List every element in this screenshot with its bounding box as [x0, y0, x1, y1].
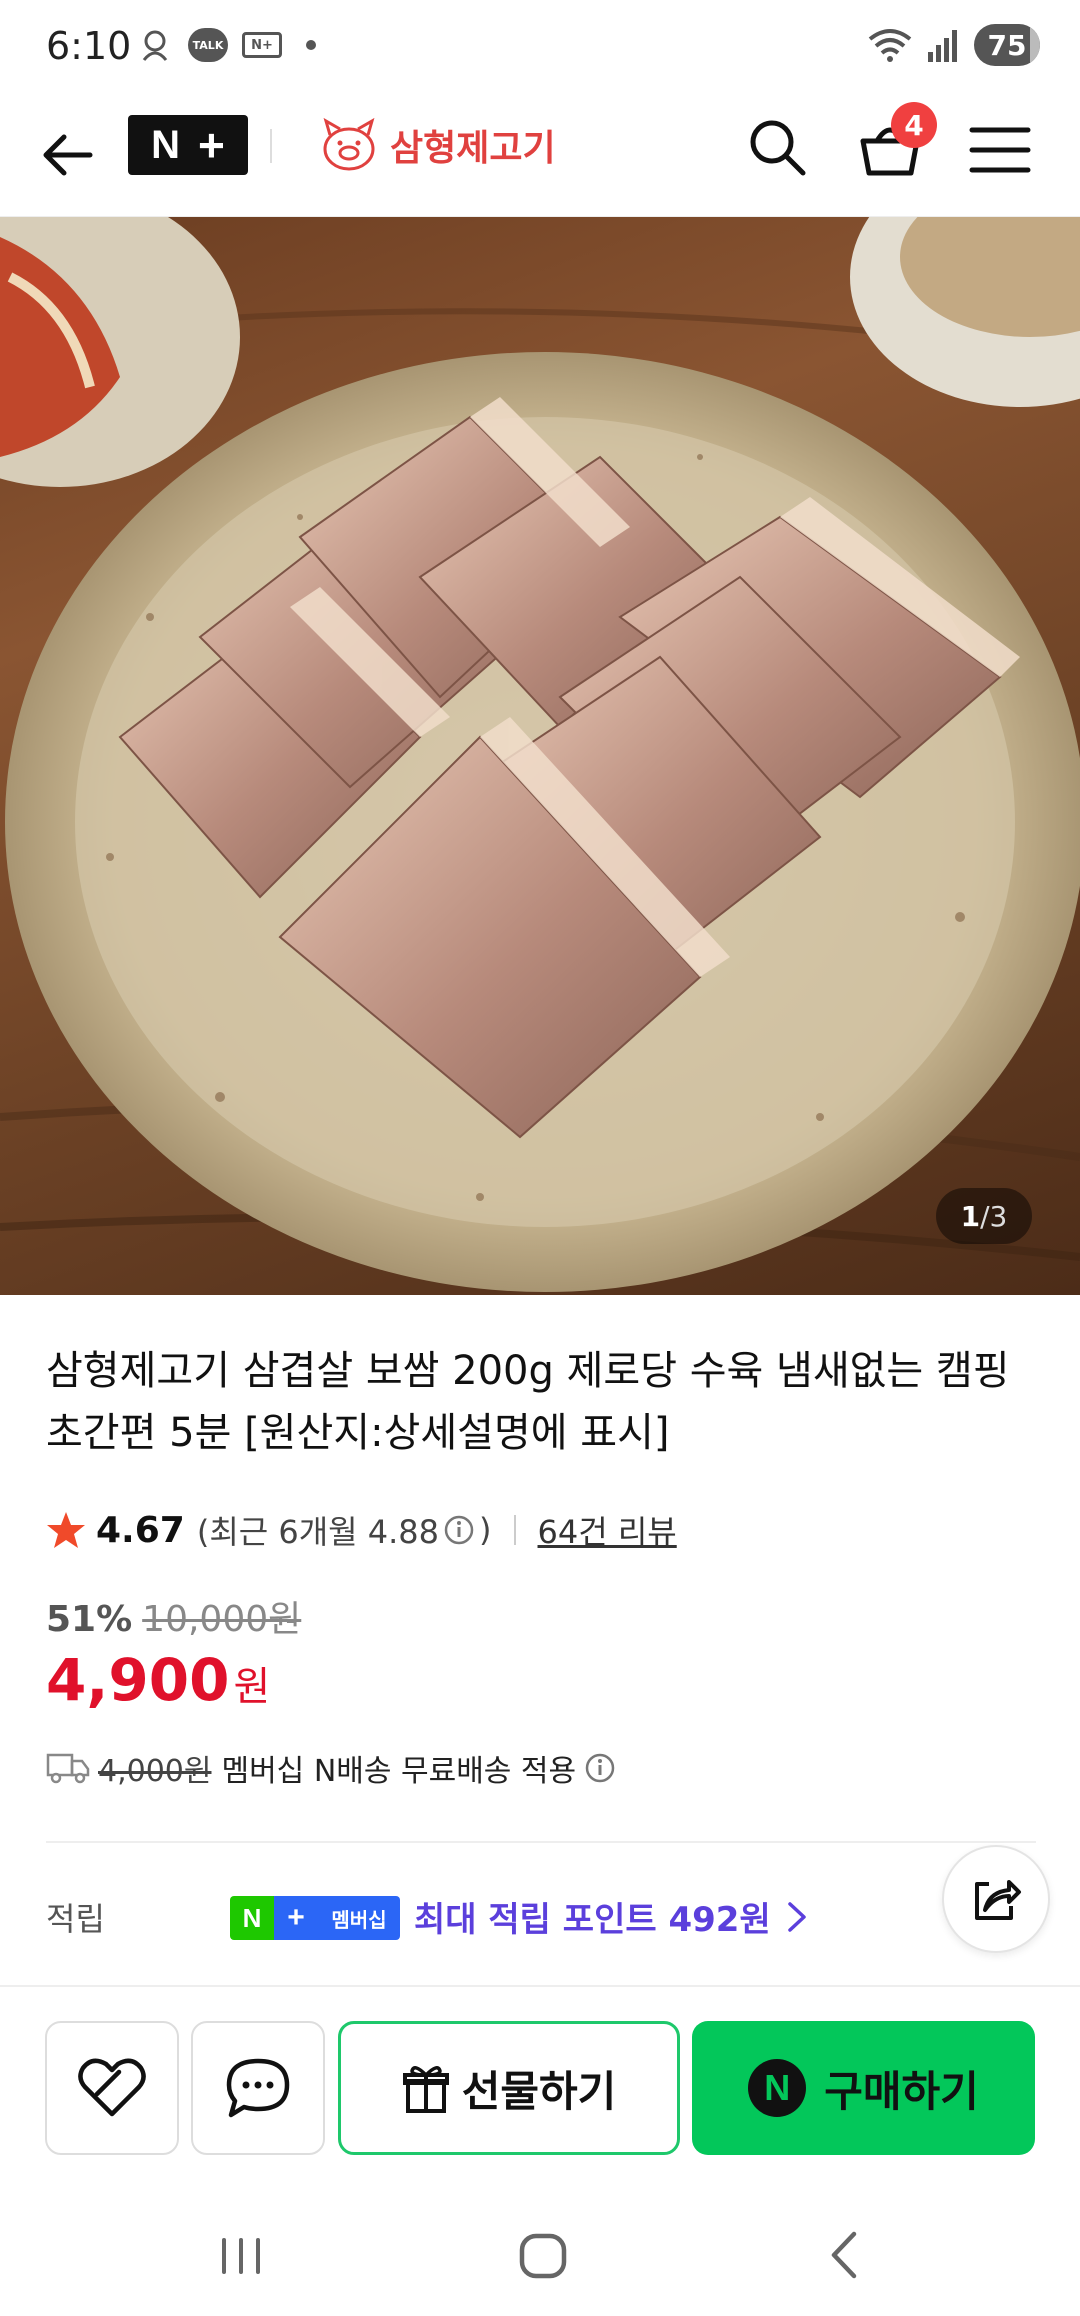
- naver-plus-icon: N+: [242, 32, 282, 58]
- talk-talk-inquiry-button[interactable]: [191, 2021, 325, 2155]
- product-title: 삼형제고기 삼겹살 보쌈 200g 제로당 수육 냄새없는 캠핑 초간편 5분 …: [46, 1348, 1010, 1456]
- info-icon[interactable]: [443, 1514, 475, 1546]
- back-icon[interactable]: [810, 2220, 880, 2290]
- shipping-benefit-text: 멤버십 N배송 무료배송 적용: [221, 1754, 577, 1789]
- status-bar: 6:10 TALK N+ 75: [0, 0, 1080, 95]
- share-icon: [975, 1880, 1021, 1920]
- recent-apps-icon[interactable]: [206, 2220, 276, 2290]
- star-icon: [47, 1512, 85, 1548]
- buy-now-button[interactable]: N 구매하기: [692, 2021, 1035, 2155]
- back-arrow-icon[interactable]: [38, 125, 98, 185]
- pig-mascot-logo-icon: [323, 117, 375, 171]
- app-notification-icon: [136, 26, 174, 64]
- battery-level: 75: [987, 28, 1027, 62]
- recent-rating: (최근 6개월 4.88 ): [197, 1507, 492, 1553]
- pager-separator: /: [980, 1199, 990, 1233]
- max-reward-points-link[interactable]: 최대 적립 포인트 492원: [414, 1892, 809, 1941]
- share-button[interactable]: [942, 1845, 1050, 1953]
- notification-icons: TALK N+: [136, 26, 316, 64]
- header-divider: [270, 129, 272, 163]
- home-icon[interactable]: [508, 2220, 578, 2290]
- badge-n: N: [230, 1896, 274, 1940]
- badge-text: 멤버십: [318, 1896, 400, 1940]
- signal-icon: [928, 30, 957, 62]
- status-time: 6:10: [46, 24, 132, 68]
- buy-button-label: 구매하기: [824, 2066, 979, 2116]
- reward-label: 적립: [46, 1900, 105, 1938]
- search-icon[interactable]: [745, 115, 809, 179]
- product-image-carousel[interactable]: [0, 217, 1080, 1295]
- naver-pay-n-icon: N: [748, 2059, 807, 2117]
- gift-button-label: 선물하기: [461, 2066, 617, 2116]
- recent-rating-text: (최근 6개월 4.88: [196, 1513, 440, 1551]
- system-navigation-bar: [0, 2180, 1080, 2316]
- review-count-link[interactable]: 64건 리뷰: [538, 1507, 677, 1553]
- hamburger-menu-icon[interactable]: [968, 125, 1032, 175]
- heart-icon: [78, 2058, 146, 2117]
- gift-icon: [402, 2066, 449, 2113]
- rating-row: 4.67 (최근 6개월 4.88 ) 64건 리뷰: [46, 1504, 677, 1556]
- purchase-action-bar: 선물하기 N 구매하기: [0, 1985, 1080, 2180]
- shipping-fee-original: 4,000원: [98, 1754, 212, 1789]
- logo-plus: +: [198, 119, 225, 171]
- rating-value: 4.67: [96, 1509, 185, 1551]
- boiled-pork-plate-image: [0, 217, 1080, 1292]
- discount-percent: 51%: [46, 1599, 133, 1640]
- sale-price: 4,900 원: [46, 1646, 270, 1714]
- chat-bubble-icon: [226, 2058, 290, 2118]
- discount-row: 51% 10,000원: [46, 1590, 301, 1642]
- more-notifications-dot-icon: [306, 40, 316, 50]
- battery-icon: 75: [974, 24, 1040, 66]
- cart-count-badge: 4: [891, 102, 937, 148]
- price-value: 4,900: [46, 1646, 230, 1714]
- kakaotalk-icon: TALK: [188, 28, 228, 62]
- rating-divider: [513, 1515, 516, 1545]
- section-divider: [46, 1841, 1036, 1843]
- reward-points-text: 최대 적립 포인트 492원: [414, 1900, 771, 1940]
- shipping-row: 4,000원 멤버십 N배송 무료배송 적용: [46, 1746, 620, 1790]
- delivery-truck-icon: [46, 1753, 90, 1784]
- image-pager-indicator: 1 / 3: [936, 1188, 1032, 1244]
- badge-plus: +: [274, 1896, 318, 1940]
- original-price: 10,000원: [142, 1599, 302, 1640]
- naver-plus-membership-badge: N + 멤버십: [230, 1896, 400, 1940]
- shipping-info-icon[interactable]: [584, 1752, 616, 1784]
- wifi-icon: [868, 29, 912, 62]
- brand-name: 삼형제고기: [390, 128, 556, 169]
- gift-button[interactable]: 선물하기: [338, 2021, 680, 2155]
- pager-total: 3: [989, 1199, 1008, 1233]
- system-icons: 75: [868, 24, 1040, 66]
- brand-store-link[interactable]: 삼형제고기: [316, 115, 556, 175]
- logo-n: N: [151, 122, 180, 167]
- recent-rating-close: ): [479, 1511, 492, 1549]
- wishlist-button[interactable]: [45, 2021, 179, 2155]
- pager-current: 1: [960, 1199, 981, 1233]
- chevron-right-icon: [787, 1901, 806, 1932]
- price-unit: 원: [233, 1664, 271, 1710]
- naver-plus-store-logo[interactable]: N +: [128, 115, 248, 175]
